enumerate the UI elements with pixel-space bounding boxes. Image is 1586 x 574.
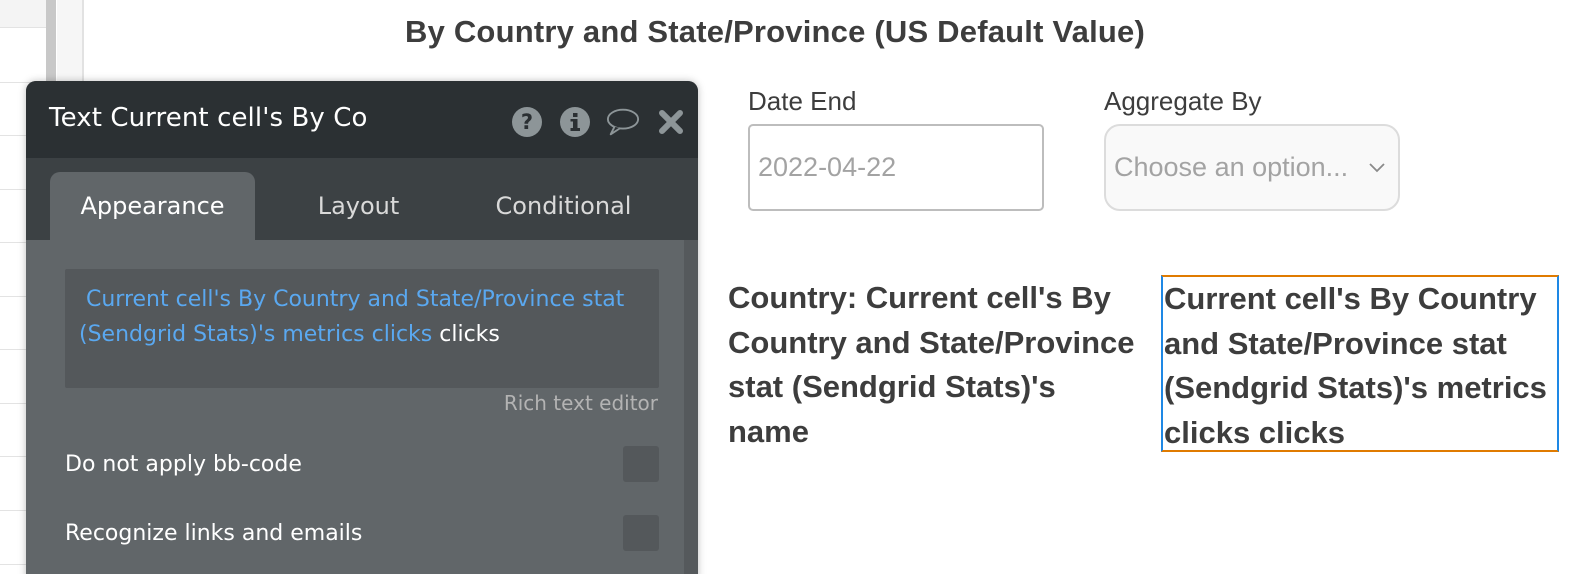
- comment-icon[interactable]: [606, 105, 640, 139]
- panel-scrollbar[interactable]: [684, 240, 698, 574]
- aggregate-by-label: Aggregate By: [1104, 86, 1262, 116]
- page-title-text: By Country and State/Province (US Defaul…: [405, 14, 1145, 49]
- aggregate-by-dropdown[interactable]: Choose an option...: [1104, 124, 1400, 211]
- rich-text-editor[interactable]: Current cell's By Country and State/Prov…: [65, 269, 659, 388]
- panel-header[interactable]: Text Current cell's By Co ?: [26, 81, 698, 158]
- panel-title: Text Current cell's By Co: [49, 103, 368, 133]
- country-name-text[interactable]: Country: Current cell's By Country and S…: [728, 276, 1138, 454]
- panel-tab-bar: Appearance Layout Conditional: [26, 158, 698, 240]
- rich-text-editor-hint[interactable]: Rich text editor: [504, 391, 658, 415]
- svg-text:?: ?: [521, 110, 533, 134]
- close-icon[interactable]: [654, 105, 688, 139]
- option-label-bbcode: Do not apply bb-code: [65, 451, 302, 477]
- info-icon[interactable]: [558, 105, 592, 139]
- option-row-bbcode: Do not apply bb-code: [65, 446, 659, 482]
- dynamic-expression[interactable]: Current cell's By Country and State/Prov…: [79, 287, 624, 347]
- property-editor-panel: Text Current cell's By Co ? Appearance L…: [26, 81, 698, 574]
- page-title: By Country and State/Province (US Defaul…: [0, 14, 1550, 50]
- aggregate-by-placeholder: Choose an option...: [1114, 152, 1349, 182]
- option-label-links: Recognize links and emails: [65, 520, 363, 546]
- date-end-input[interactable]: 2022-04-22: [748, 124, 1044, 211]
- static-text: clicks: [439, 322, 500, 347]
- chevron-down-icon: [1362, 153, 1392, 183]
- option-row-links: Recognize links and emails: [65, 515, 659, 551]
- panel-header-icons: ?: [510, 105, 688, 139]
- bbcode-checkbox[interactable]: [623, 446, 659, 482]
- panel-body: Current cell's By Country and State/Prov…: [26, 240, 698, 574]
- date-end-label: Date End: [748, 86, 857, 116]
- help-icon[interactable]: ?: [510, 105, 544, 139]
- tab-conditional[interactable]: Conditional: [476, 172, 651, 240]
- clicks-text-content: Current cell's By Country and State/Prov…: [1164, 281, 1547, 450]
- tab-appearance[interactable]: Appearance: [50, 172, 255, 240]
- clicks-text-selected[interactable]: Current cell's By Country and State/Prov…: [1161, 275, 1559, 452]
- links-checkbox[interactable]: [623, 515, 659, 551]
- tab-layout[interactable]: Layout: [276, 172, 441, 240]
- date-end-value: 2022-04-22: [758, 152, 897, 182]
